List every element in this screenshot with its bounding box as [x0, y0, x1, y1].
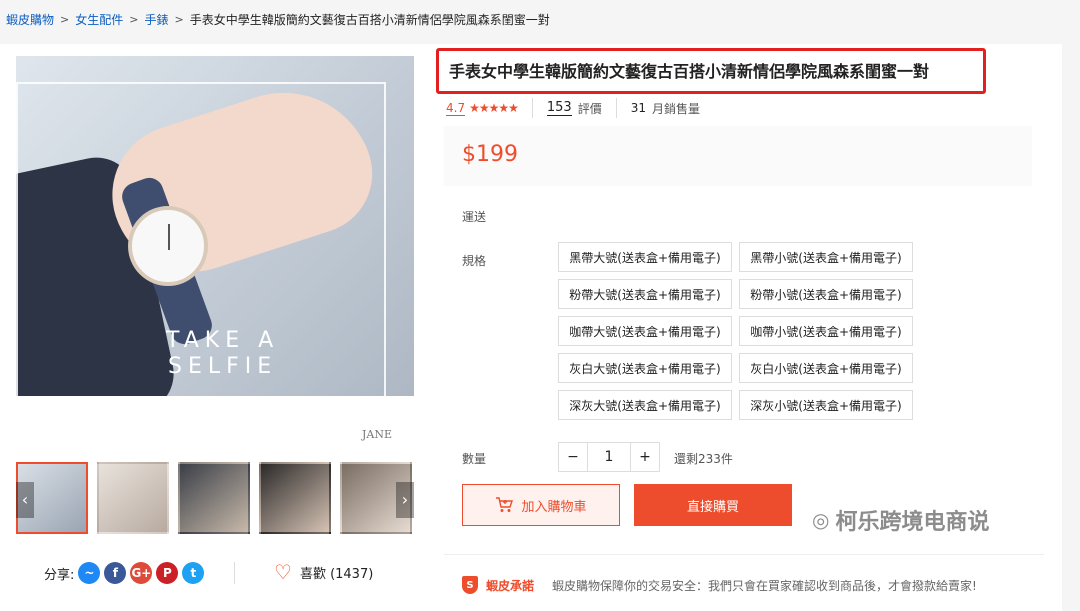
- product-main-image[interactable]: TAKE A SELFIE: [16, 56, 414, 396]
- breadcrumb: 蝦皮購物 > 女生配件 > 手錶 > 手表女中學生韓版簡約文藝復古百搭小清新情侶…: [6, 9, 550, 29]
- shopee-guarantee: S 蝦皮承諾 蝦皮購物保障你的交易安全：我們只會在買家確認收到商品後，才會撥款給…: [462, 576, 977, 594]
- stock-remaining: 還剩233件: [674, 452, 733, 466]
- quantity-decrease-button[interactable]: −: [558, 442, 588, 472]
- spec-label: 規格: [462, 254, 487, 268]
- share-label: 分享:: [44, 567, 75, 583]
- variation-option[interactable]: 咖帶大號(送表盒+備用電子): [558, 316, 732, 346]
- variation-options: 黑帶大號(送表盒+備用電子) 黑帶小號(送表盒+備用電子) 粉帶大號(送表盒+備…: [558, 242, 913, 420]
- guarantee-text: 蝦皮購物保障你的交易安全：我們只會在買家確認收到商品後，才會撥款給賣家!: [552, 578, 977, 593]
- guarantee-title: 蝦皮承諾: [486, 578, 535, 593]
- share-bar: 分享: ~ f G+ P t: [44, 562, 205, 584]
- breadcrumb-home[interactable]: 蝦皮購物: [6, 11, 54, 28]
- reviews-label: 評價: [577, 101, 602, 116]
- watermark: ◎ 柯乐跨境电商说: [812, 504, 989, 536]
- add-to-cart-button[interactable]: 加入購物車: [462, 484, 620, 526]
- cart-icon: [496, 497, 514, 512]
- variation-option[interactable]: 黑帶大號(送表盒+備用電子): [558, 242, 732, 272]
- variation-option[interactable]: 深灰小號(送表盒+備用電子): [739, 390, 913, 420]
- pinterest-icon[interactable]: P: [156, 562, 179, 584]
- buy-now-button[interactable]: 直接購買: [634, 484, 792, 526]
- variation-option[interactable]: 粉帶大號(送表盒+備用電子): [558, 279, 732, 309]
- shield-icon: S: [462, 576, 478, 594]
- twitter-icon[interactable]: t: [182, 562, 205, 584]
- divider: [444, 554, 1044, 555]
- next-thumbnail-button[interactable]: ›: [396, 482, 414, 518]
- variation-option[interactable]: 咖帶小號(送表盒+備用電子): [739, 316, 913, 346]
- prev-thumbnail-button[interactable]: ‹: [16, 482, 34, 518]
- quantity-input[interactable]: 1: [588, 442, 630, 472]
- messenger-icon[interactable]: ~: [78, 562, 101, 584]
- heart-icon: ♡: [274, 560, 292, 584]
- thumbnail[interactable]: [97, 462, 169, 534]
- sold-label: 月銷售量: [652, 101, 701, 116]
- facebook-icon[interactable]: f: [104, 562, 127, 584]
- like-count: 喜歡 (1437): [299, 566, 374, 582]
- rating-value[interactable]: 4.7: [446, 101, 466, 116]
- thumbnail[interactable]: [178, 462, 250, 534]
- variation-option[interactable]: 灰白大號(送表盒+備用電子): [558, 353, 732, 383]
- breadcrumb-separator: >: [174, 12, 184, 26]
- product-price: $199: [462, 142, 518, 167]
- divider: [615, 98, 617, 118]
- breadcrumb-subcategory[interactable]: 手錶: [144, 11, 168, 28]
- divider: [234, 562, 235, 584]
- rating-stars: ★★★★★: [469, 101, 519, 115]
- quantity-increase-button[interactable]: +: [630, 442, 660, 472]
- variation-option[interactable]: 深灰大號(送表盒+備用電子): [558, 390, 732, 420]
- breadcrumb-category[interactable]: 女生配件: [75, 11, 123, 28]
- wechat-icon: ◎: [812, 508, 830, 532]
- watermark-text: 柯乐跨境电商说: [835, 510, 990, 535]
- add-to-cart-label: 加入購物車: [521, 499, 587, 515]
- breadcrumb-separator: >: [129, 12, 139, 26]
- image-slogan: TAKE A SELFIE: [166, 328, 279, 380]
- google-plus-icon[interactable]: G+: [130, 562, 153, 584]
- thumbnail[interactable]: [259, 462, 331, 534]
- shipping-label: 運送: [462, 210, 487, 224]
- product-meta: 4.7 ★★★★★ 153 評價 31 月銷售量: [446, 98, 700, 118]
- variation-option[interactable]: 黑帶小號(送表盒+備用電子): [739, 242, 913, 272]
- product-title: 手表女中學生韓版簡約文藝復古百搭小清新情侶學院風森系閨蜜一對: [436, 48, 986, 94]
- quantity-label: 數量: [462, 452, 487, 466]
- slogan-line-2: SELFIE: [167, 354, 278, 379]
- breadcrumb-separator: >: [60, 12, 70, 26]
- reviews-count[interactable]: 153: [546, 100, 572, 116]
- image-signature: JANE: [362, 428, 393, 441]
- breadcrumb-current: 手表女中學生韓版簡約文藝復古百搭小清新情侶學院風森系閨蜜一對: [189, 12, 550, 27]
- divider: [531, 98, 533, 118]
- quantity-stepper: − 1 +: [558, 442, 660, 472]
- sold-count: 31: [630, 101, 647, 115]
- variation-option[interactable]: 灰白小號(送表盒+備用電子): [739, 353, 913, 383]
- price-box: $199: [444, 126, 1032, 186]
- like-button[interactable]: ♡ 喜歡 (1437): [274, 562, 373, 582]
- slogan-line-1: TAKE A: [166, 328, 280, 353]
- variation-option[interactable]: 粉帶小號(送表盒+備用電子): [739, 279, 913, 309]
- thumbnail-strip: [16, 462, 414, 538]
